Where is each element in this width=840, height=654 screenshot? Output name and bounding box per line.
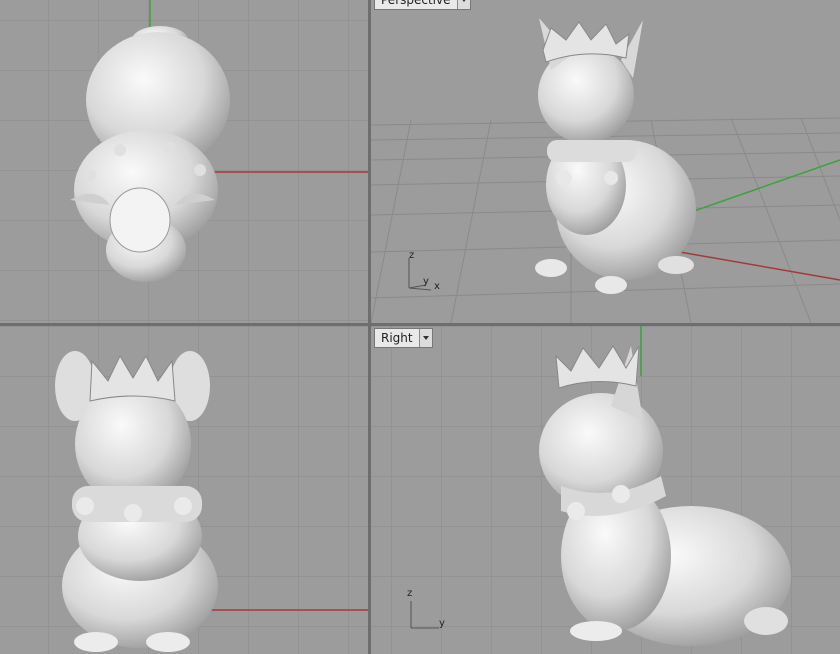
viewport-top[interactable] xyxy=(0,0,368,323)
viewport-splitter-vertical[interactable] xyxy=(368,0,371,654)
viewport-tab-right[interactable]: Right xyxy=(374,328,433,348)
axis-y-label: y xyxy=(439,618,445,629)
grid-front xyxy=(0,326,368,654)
axis-z-label: z xyxy=(409,250,415,261)
viewport-front[interactable] xyxy=(0,326,368,654)
viewport-right[interactable]: Right z y xyxy=(371,326,840,654)
viewport-menu-icon[interactable] xyxy=(456,0,470,9)
viewport-splitter-horizontal[interactable] xyxy=(0,323,840,326)
model-front xyxy=(55,351,218,652)
axis-z-label: z xyxy=(407,588,413,599)
viewport-perspective[interactable]: Perspective z y x xyxy=(371,0,840,323)
grid-top xyxy=(0,0,368,323)
viewport-label: Perspective xyxy=(381,0,451,7)
rhino-viewport-layout: Perspective z y x Right z y xyxy=(0,0,840,654)
viewport-tab-perspective[interactable]: Perspective xyxy=(374,0,471,10)
axis-y-label: y xyxy=(423,276,429,287)
viewport-menu-icon[interactable] xyxy=(418,329,432,347)
viewport-label: Right xyxy=(381,331,413,345)
grid-perspective xyxy=(371,0,840,323)
axis-x-label: x xyxy=(434,281,440,292)
grid-right xyxy=(371,326,840,654)
